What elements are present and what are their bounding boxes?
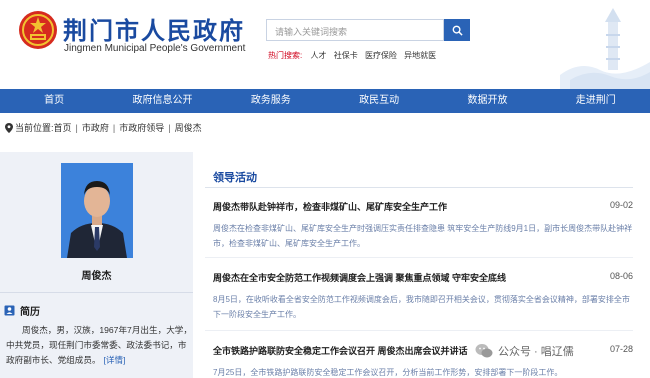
resume-body: 周俊杰，男，汉族，1967年7月出生，大学，中共党员，现任荆门市委常委、政法委书… (6, 325, 192, 365)
site-header: 荆门市人民政府 Jingmen Municipal People's Gover… (0, 0, 650, 89)
wechat-icon (475, 344, 493, 358)
search-icon (452, 25, 463, 36)
nav-about[interactable]: 走进荆门 (542, 89, 650, 113)
divider (205, 330, 633, 331)
nav-home[interactable]: 首页 (0, 89, 108, 113)
nav-gov-info[interactable]: 政府信息公开 (108, 89, 216, 113)
breadcrumb-item[interactable]: 周俊杰 (175, 121, 202, 134)
landmark-tower-illustration (560, 8, 650, 89)
breadcrumb-item[interactable]: 市政府领导 (119, 121, 164, 134)
news-item[interactable]: 周俊杰带队赴钟祥市，检查非煤矿山、尾矿库安全生产工作 09-02 周俊杰在检查非… (213, 200, 633, 251)
resume-text: 周俊杰，男，汉族，1967年7月出生，大学，中共党员，现任荆门市委常委、政法委书… (6, 323, 192, 368)
divider (205, 187, 633, 188)
breadcrumb-item[interactable]: 市政府 (82, 121, 109, 134)
breadcrumb-separator: | (112, 122, 116, 133)
nav-services[interactable]: 政务服务 (217, 89, 325, 113)
hot-search-row: 热门搜索: 人才 社保卡 医疗保险 异地就医 (268, 50, 441, 61)
search-input[interactable]: 请输入关键词搜索 (266, 19, 444, 41)
resume-card-icon (4, 305, 15, 316)
search-button[interactable] (444, 19, 470, 41)
breadcrumb-separator: | (168, 122, 171, 133)
news-date: 09-02 (609, 200, 633, 210)
official-portrait (61, 163, 133, 258)
divider (0, 292, 193, 293)
hot-search-item[interactable]: 人才 (310, 51, 326, 60)
news-date: 07-28 (609, 344, 633, 354)
watermark-text: 公众号 · 唱辽儒 (498, 346, 574, 358)
resume-heading-label: 简历 (20, 307, 40, 318)
wechat-watermark: 公众号 · 唱辽儒 (475, 342, 574, 360)
nav-open-data[interactable]: 数据开放 (433, 89, 541, 113)
hot-search-item[interactable]: 医疗保险 (365, 51, 397, 60)
site-title[interactable]: 荆门市人民政府 (63, 11, 245, 46)
main-nav: 首页 政府信息公开 政务服务 政民互动 数据开放 走进荆门 (0, 89, 650, 113)
hot-search-item[interactable]: 社保卡 (334, 51, 358, 60)
page: 荆门市人民政府 Jingmen Municipal People's Gover… (0, 0, 650, 378)
news-title[interactable]: 周俊杰在全市安全防范工作视频调度会上强调 聚焦重点领域 守牢安全底线 (213, 271, 633, 284)
resume-heading: 简历 (4, 303, 40, 318)
profile-panel: 周俊杰 简历 周俊杰，男，汉族，1967年7月出生，大学，中共党员，现任荆门市委… (0, 152, 193, 378)
nav-interaction[interactable]: 政民互动 (325, 89, 433, 113)
hot-search-label: 热门搜索: (268, 51, 303, 60)
official-name: 周俊杰 (81, 271, 112, 282)
location-pin-icon (5, 122, 13, 133)
leader-activities-heading: 领导活动 (213, 172, 257, 184)
portrait-image (61, 163, 133, 258)
national-emblem-icon (19, 11, 57, 49)
breadcrumb: 当前位置: 首页 | 市政府 | 市政府领导 | 周俊杰 (5, 121, 202, 134)
news-item[interactable]: 周俊杰在全市安全防范工作视频调度会上强调 聚焦重点领域 守牢安全底线 08-06… (213, 271, 633, 322)
breadcrumb-prefix: 当前位置: (15, 123, 54, 133)
news-summary: 7月25日，全市铁路护路联防安全稳定工作会议召开，分析当前工作形势，安排部署下一… (213, 368, 563, 377)
news-date: 08-06 (609, 271, 633, 281)
breadcrumb-item[interactable]: 首页 (54, 121, 72, 134)
news-summary: 8月5日，在收听收看全省安全防范工作视频调度会后，我市随即召开相关会议，贯彻落实… (213, 295, 630, 319)
news-title[interactable]: 周俊杰带队赴钟祥市，检查非煤矿山、尾矿库安全生产工作 (213, 200, 633, 213)
resume-detail-link[interactable]: [详情] (104, 355, 126, 365)
news-summary: 周俊杰在检查非煤矿山、尾矿库安全生产时强调压实责任排查隐患 筑牢安全生产防线9月… (213, 224, 633, 248)
site-subtitle: Jingmen Municipal People's Government (64, 43, 246, 54)
hot-search-item[interactable]: 异地就医 (404, 51, 436, 60)
breadcrumb-separator: | (75, 122, 78, 133)
divider (205, 257, 633, 258)
